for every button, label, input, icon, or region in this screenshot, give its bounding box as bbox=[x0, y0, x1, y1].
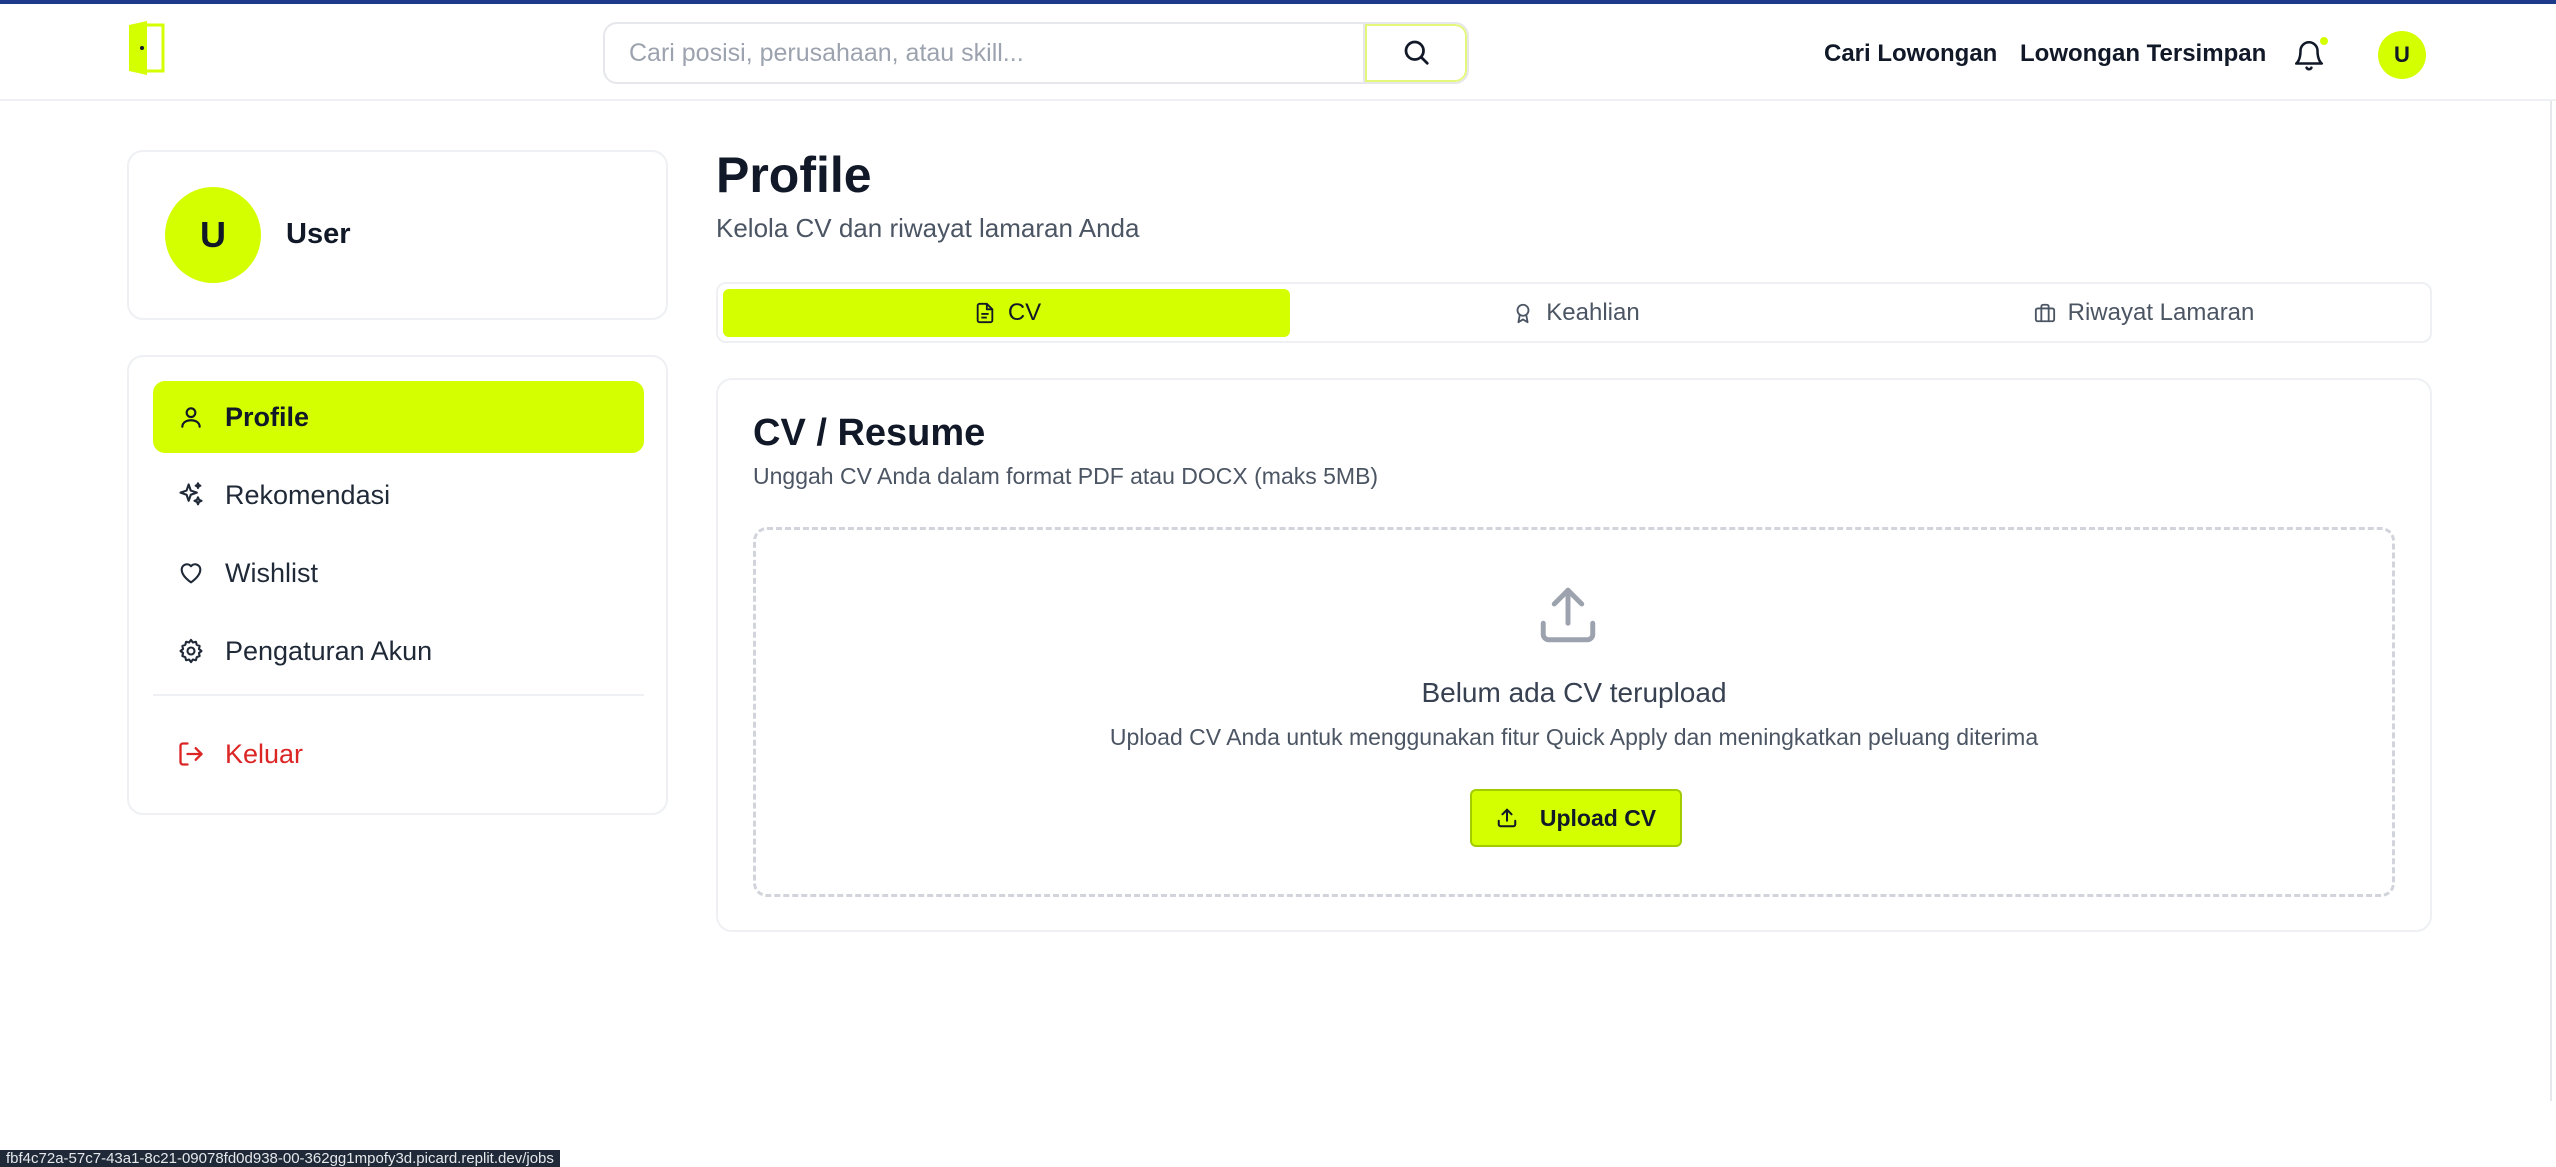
upload-icon bbox=[1496, 805, 1522, 831]
search-icon bbox=[1401, 37, 1431, 70]
cv-card: CV / Resume Unggah CV Anda dalam format … bbox=[716, 378, 2432, 932]
sidebar-item-label: Rekomendasi bbox=[225, 479, 391, 510]
profile-tabs: CV Keahlian Riwayat Lamaran bbox=[716, 282, 2432, 343]
user-icon bbox=[175, 401, 207, 433]
scrollbar[interactable] bbox=[2550, 101, 2552, 1101]
logout-label: Keluar bbox=[225, 738, 304, 769]
empty-state-description: Upload CV Anda untuk menggunakan fitur Q… bbox=[1109, 724, 2039, 750]
user-name: User bbox=[286, 218, 351, 250]
sidebar-item-wishlist[interactable]: Wishlist bbox=[153, 537, 644, 609]
sidebar-item-label: Wishlist bbox=[225, 557, 318, 588]
gear-icon bbox=[175, 635, 207, 667]
document-icon bbox=[972, 300, 998, 326]
award-icon bbox=[1510, 300, 1536, 326]
search-input[interactable] bbox=[605, 24, 1363, 82]
upload-icon bbox=[1535, 582, 1601, 648]
header-avatar[interactable]: U bbox=[2378, 31, 2426, 79]
sidebar-menu: Profile Rekomendasi Wishlist Pengaturan … bbox=[127, 355, 668, 815]
sidebar-item-label: Pengaturan Akun bbox=[225, 635, 433, 666]
menu-divider bbox=[153, 694, 644, 696]
search-button[interactable] bbox=[1363, 24, 1467, 82]
tab-label: Riwayat Lamaran bbox=[2067, 299, 2255, 326]
cv-dropzone[interactable]: Belum ada CV terupload Upload CV Anda un… bbox=[753, 527, 2395, 897]
cv-card-description: Unggah CV Anda dalam format PDF atau DOC… bbox=[753, 463, 1379, 489]
sidebar-item-rekomendasi[interactable]: Rekomendasi bbox=[153, 459, 644, 531]
empty-state-title: Belum ada CV terupload bbox=[1421, 677, 1727, 708]
tab-label: CV bbox=[1007, 299, 1042, 326]
heart-icon bbox=[175, 557, 207, 589]
tab-cv[interactable]: CV bbox=[723, 289, 1290, 337]
status-bar-url: fbf4c72a-57c7-43a1-8c21-09078fd0d938-00-… bbox=[0, 1150, 560, 1167]
search-bar bbox=[603, 22, 1469, 84]
nav-cari-lowongan[interactable]: Cari Lowongan bbox=[1824, 40, 1997, 68]
sparkles-icon bbox=[175, 479, 207, 511]
tab-label: Keahlian bbox=[1546, 299, 1640, 326]
logout-icon bbox=[175, 738, 207, 770]
user-card: U User bbox=[127, 150, 668, 320]
site-header: Cari Lowongan Lowongan Tersimpan U bbox=[0, 4, 2556, 101]
sidebar-item-label: Profile bbox=[225, 401, 310, 432]
briefcase-icon bbox=[2032, 300, 2058, 326]
logout-button[interactable]: Keluar bbox=[153, 718, 644, 790]
nav-lowongan-tersimpan[interactable]: Lowongan Tersimpan bbox=[2020, 40, 2266, 68]
cv-card-title: CV / Resume bbox=[753, 412, 986, 454]
sidebar-item-pengaturan-akun[interactable]: Pengaturan Akun bbox=[153, 615, 644, 687]
logo[interactable] bbox=[127, 19, 165, 77]
tab-riwayat-lamaran[interactable]: Riwayat Lamaran bbox=[1860, 289, 2426, 337]
notification-dot bbox=[2318, 35, 2330, 47]
tab-keahlian[interactable]: Keahlian bbox=[1292, 289, 1858, 337]
page-subtitle: Kelola CV dan riwayat lamaran Anda bbox=[716, 213, 1140, 243]
upload-cv-label: Upload CV bbox=[1539, 804, 1657, 831]
upload-cv-button[interactable]: Upload CV bbox=[1470, 789, 1682, 847]
sidebar-item-profile[interactable]: Profile bbox=[153, 381, 644, 453]
avatar: U bbox=[165, 187, 261, 283]
page-title: Profile bbox=[716, 147, 872, 203]
